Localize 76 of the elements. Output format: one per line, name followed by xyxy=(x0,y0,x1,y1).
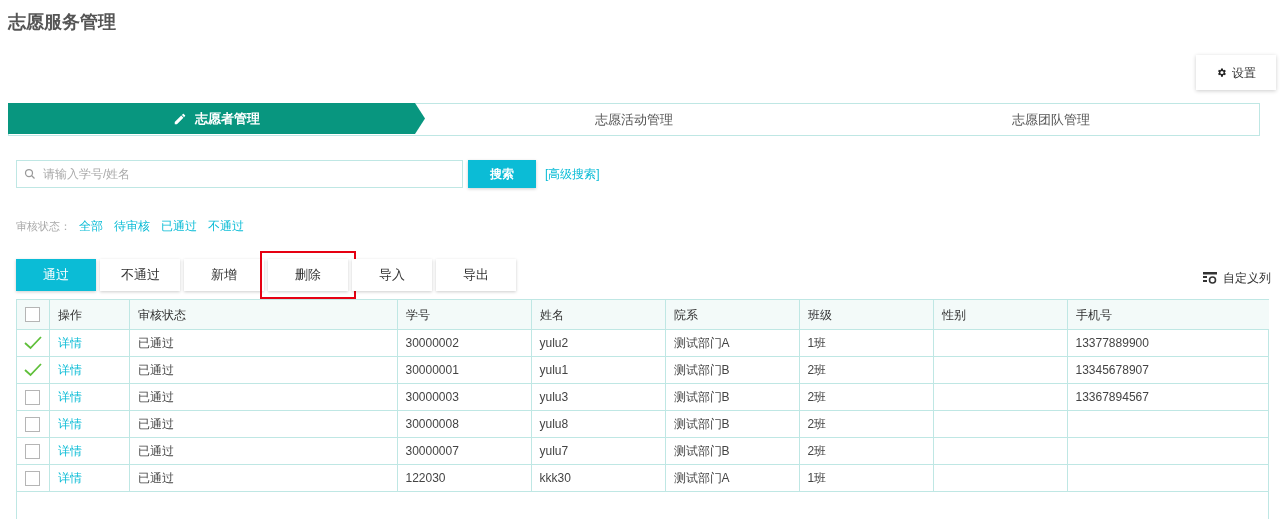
details-link[interactable]: 详情 xyxy=(57,444,82,458)
table-cell: 1班 xyxy=(807,471,827,485)
table-cell: 1班 xyxy=(807,336,827,350)
search-icon xyxy=(24,168,36,180)
column-header: 班级 xyxy=(807,307,832,322)
table-cell: 已通过 xyxy=(137,336,174,350)
table-cell: 测试部门B xyxy=(673,444,730,458)
advanced-search-link[interactable]: [高级搜索] xyxy=(545,165,600,183)
table-cell: 2班 xyxy=(807,417,827,431)
table-cell: 30000001 xyxy=(405,363,459,377)
details-link[interactable]: 详情 xyxy=(57,363,82,377)
column-header: 学号 xyxy=(405,307,430,322)
search-button[interactable]: 搜索 xyxy=(468,160,536,188)
table-cell: kkk30 xyxy=(539,471,571,485)
table-cell: 2班 xyxy=(807,444,827,458)
checkbox[interactable] xyxy=(25,470,41,486)
table-cell: 30000003 xyxy=(405,390,459,404)
table-cell: 13345678907 xyxy=(1075,363,1149,377)
table-cell: 已通过 xyxy=(137,471,174,485)
action-button[interactable]: 删除 xyxy=(268,259,348,291)
details-link[interactable]: 详情 xyxy=(57,417,82,431)
table-cell: 已通过 xyxy=(137,390,174,404)
table-cell: 已通过 xyxy=(137,363,174,377)
table-cell: 122030 xyxy=(405,471,446,485)
table-cell: yulu2 xyxy=(539,336,569,350)
table-cell: 2班 xyxy=(807,363,827,377)
action-button[interactable]: 导入 xyxy=(352,259,432,291)
page-title: 志愿服务管理 xyxy=(8,11,117,34)
step-tab[interactable]: 志愿者管理 xyxy=(8,103,425,134)
column-settings-icon xyxy=(1203,272,1217,284)
search-field[interactable]: 请输入学号/姓名 xyxy=(16,160,463,188)
settings-button[interactable]: 设置 xyxy=(1196,55,1276,90)
table-cell: 测试部门A xyxy=(673,471,730,485)
checkbox[interactable] xyxy=(25,307,41,322)
table-cell: yulu3 xyxy=(539,390,569,404)
table-cell: 30000008 xyxy=(405,417,459,431)
details-link[interactable]: 详情 xyxy=(57,471,82,485)
table-cell: 已通过 xyxy=(137,444,174,458)
filter-link[interactable]: 待审核 xyxy=(114,217,150,235)
pencil-icon xyxy=(173,111,187,126)
details-link[interactable]: 详情 xyxy=(57,336,82,350)
checkbox[interactable] xyxy=(25,443,41,459)
table-cell: 已通过 xyxy=(137,417,174,431)
custom-columns-button[interactable]: 自定义列 xyxy=(1203,269,1271,287)
column-header: 性别 xyxy=(941,307,966,322)
table-cell: yulu8 xyxy=(539,417,569,431)
column-header: 姓名 xyxy=(539,307,564,322)
gear-icon xyxy=(1216,67,1227,78)
action-button[interactable]: 通过 xyxy=(16,259,96,291)
table-cell: 测试部门B xyxy=(673,363,730,377)
column-header: 操作 xyxy=(57,307,82,322)
action-button[interactable]: 不通过 xyxy=(100,259,180,291)
filter-link[interactable]: 不通过 xyxy=(208,217,244,235)
checkmark-icon[interactable] xyxy=(23,336,42,350)
checkmark-icon[interactable] xyxy=(23,363,42,377)
table-cell: 测试部门B xyxy=(673,390,730,404)
column-header: 手机号 xyxy=(1075,307,1112,322)
column-header: 院系 xyxy=(673,307,698,322)
filter-link[interactable]: 已通过 xyxy=(161,217,197,235)
table-cell: 测试部门B xyxy=(673,417,730,431)
table-cell: 13367894567 xyxy=(1075,390,1149,404)
table-cell: 30000002 xyxy=(405,336,459,350)
table-cell: 测试部门A xyxy=(673,336,730,350)
action-button[interactable]: 导出 xyxy=(436,259,516,291)
details-link[interactable]: 详情 xyxy=(57,390,82,404)
action-button[interactable]: 新增 xyxy=(184,259,264,291)
filter-link[interactable]: 全部 xyxy=(79,217,103,235)
table-cell: 30000007 xyxy=(405,444,459,458)
table-cell: 13377889900 xyxy=(1075,336,1149,350)
filter-label: 审核状态： xyxy=(16,218,71,234)
checkbox[interactable] xyxy=(25,389,41,405)
table-cell: 2班 xyxy=(807,390,827,404)
column-header: 审核状态 xyxy=(137,307,186,322)
table-cell: yulu1 xyxy=(539,363,569,377)
checkbox[interactable] xyxy=(25,416,41,432)
table-cell: yulu7 xyxy=(539,444,569,458)
